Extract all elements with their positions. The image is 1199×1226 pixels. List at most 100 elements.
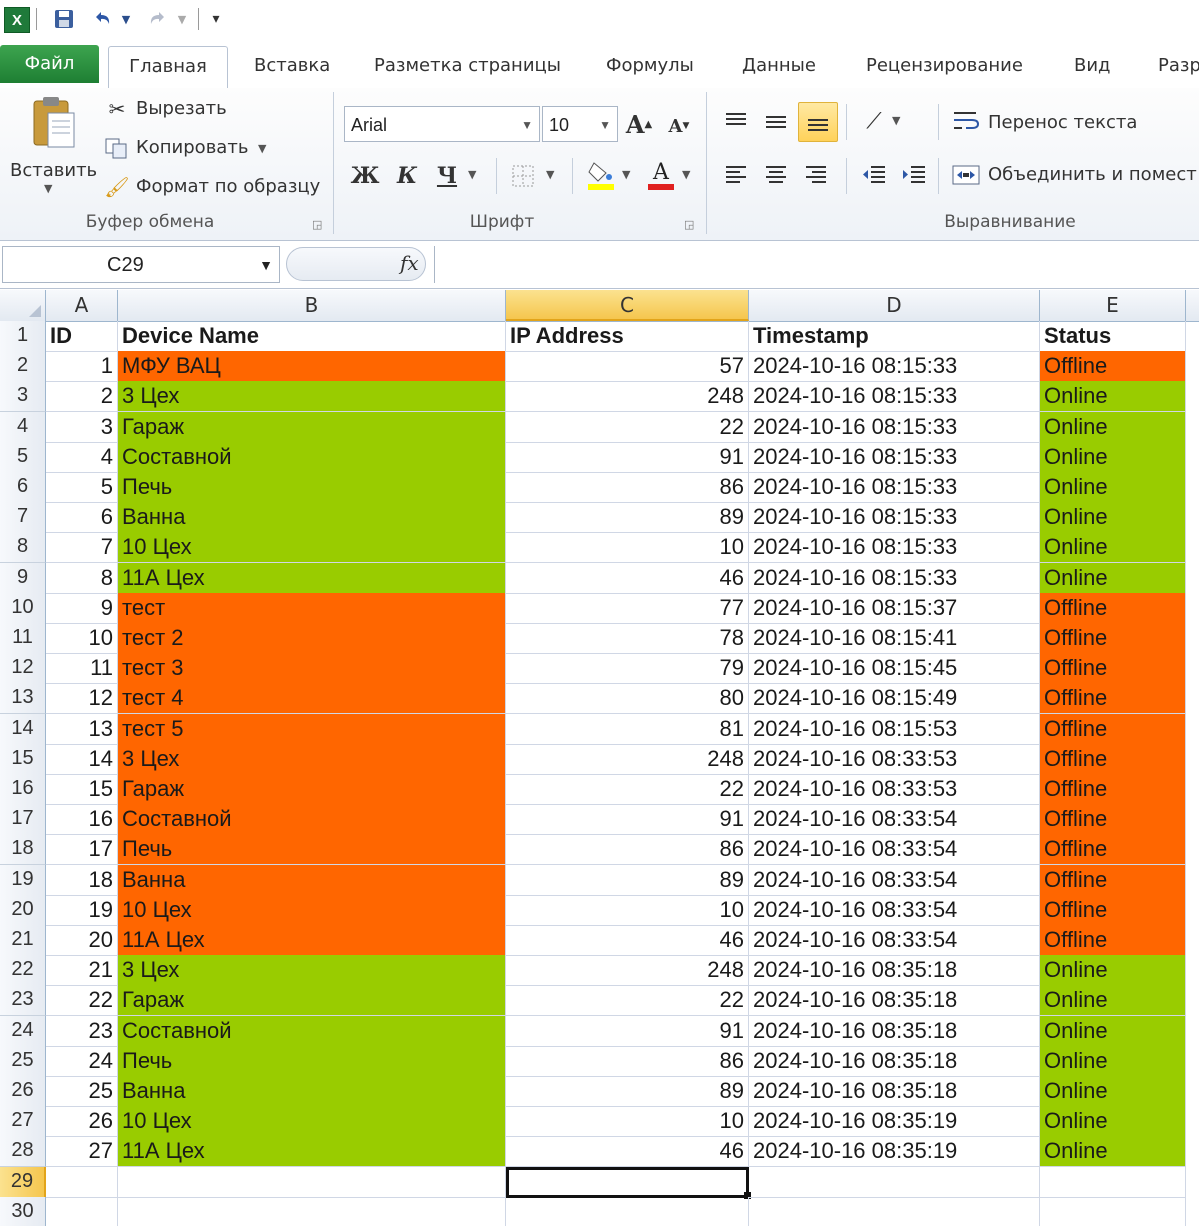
ip-address-cell[interactable]: 248 [506, 381, 749, 413]
device-name-cell[interactable]: тест 3 [118, 653, 506, 685]
borders-dropdown-icon[interactable]: ▼ [546, 168, 554, 181]
id-cell[interactable]: 20 [46, 925, 118, 956]
timestamp-cell[interactable]: 2024-10-16 08:15:53 [749, 713, 1040, 745]
id-cell[interactable]: 7 [46, 532, 118, 564]
font-name-combo[interactable]: Arial ▼ [344, 106, 540, 142]
ip-address-cell[interactable]: 10 [506, 1106, 749, 1138]
cut-button[interactable]: Вырезать [136, 98, 227, 119]
tab-review[interactable]: Рецензирование [856, 46, 1033, 86]
font-color-icon[interactable]: A [644, 158, 678, 192]
status-cell[interactable]: Online [1040, 532, 1186, 564]
ip-address-cell[interactable]: 81 [506, 713, 749, 745]
ip-address-cell[interactable]: 89 [506, 864, 749, 896]
column-header-b[interactable]: B [118, 290, 506, 321]
timestamp-cell[interactable]: 2024-10-16 08:15:33 [749, 472, 1040, 503]
device-name-cell[interactable]: 3 Цех [118, 381, 506, 413]
ip-address-cell[interactable]: 78 [506, 623, 749, 654]
row-header[interactable]: 2 [0, 351, 46, 383]
fill-color-dropdown-icon[interactable]: ▼ [622, 168, 630, 181]
status-cell[interactable]: Offline [1040, 834, 1186, 866]
copy-icon[interactable] [104, 136, 130, 162]
row-header[interactable]: 4 [0, 411, 46, 443]
ip-address-cell[interactable]: 10 [506, 532, 749, 564]
empty-cell[interactable] [1040, 1166, 1186, 1198]
id-cell[interactable]: 3 [46, 411, 118, 443]
row-header[interactable]: 10 [0, 592, 46, 624]
ip-address-cell[interactable]: 86 [506, 834, 749, 866]
paste-button[interactable]: Вставить [10, 160, 97, 181]
row-header[interactable]: 7 [0, 502, 46, 534]
timestamp-cell[interactable]: 2024-10-16 08:35:18 [749, 985, 1040, 1017]
status-cell[interactable]: Online [1040, 985, 1186, 1017]
redo-icon[interactable] [144, 6, 172, 32]
fill-color-icon[interactable] [584, 158, 618, 192]
id-cell[interactable]: 8 [46, 562, 118, 594]
copy-dropdown-icon[interactable]: ▼ [258, 142, 266, 155]
ip-address-cell[interactable]: 46 [506, 925, 749, 956]
ip-address-cell[interactable]: 248 [506, 743, 749, 775]
row-header[interactable]: 1 [0, 321, 46, 352]
device-name-cell[interactable]: 10 Цех [118, 894, 506, 926]
ip-address-cell[interactable]: 91 [506, 441, 749, 473]
status-cell[interactable]: Offline [1040, 623, 1186, 654]
timestamp-cell[interactable]: 2024-10-16 08:15:33 [749, 502, 1040, 534]
row-header[interactable]: 26 [0, 1076, 46, 1107]
row-header[interactable]: 13 [0, 683, 46, 715]
tab-formulas[interactable]: Формулы [596, 46, 704, 86]
device-name-cell[interactable]: Составной [118, 804, 506, 836]
merge-center-icon[interactable] [950, 160, 982, 190]
ip-address-cell[interactable]: 46 [506, 1136, 749, 1168]
header-cell[interactable]: IP Address [506, 321, 749, 352]
id-cell[interactable]: 24 [46, 1045, 118, 1077]
id-cell[interactable]: 15 [46, 774, 118, 805]
id-cell[interactable]: 26 [46, 1106, 118, 1138]
row-header[interactable]: 5 [0, 441, 46, 473]
device-name-cell[interactable]: Гараж [118, 985, 506, 1017]
font-color-dropdown-icon[interactable]: ▼ [682, 168, 690, 181]
timestamp-cell[interactable]: 2024-10-16 08:15:33 [749, 351, 1040, 383]
row-header[interactable]: 30 [0, 1196, 46, 1226]
ip-address-cell[interactable]: 46 [506, 562, 749, 594]
empty-cell[interactable] [46, 1196, 118, 1226]
id-cell[interactable]: 9 [46, 592, 118, 624]
tab-data[interactable]: Данные [732, 46, 826, 86]
font-size-combo[interactable]: 10 ▼ [542, 106, 618, 142]
shrink-font-icon[interactable]: A ▼ [664, 110, 694, 142]
ip-address-cell[interactable]: 22 [506, 985, 749, 1017]
status-cell[interactable]: Online [1040, 441, 1186, 473]
id-cell[interactable]: 2 [46, 381, 118, 413]
timestamp-cell[interactable]: 2024-10-16 08:15:41 [749, 623, 1040, 654]
insert-function-icon[interactable]: fx [400, 251, 419, 275]
header-cell[interactable]: Status [1040, 321, 1186, 352]
redo-dropdown-icon[interactable]: ▼ [174, 6, 190, 32]
id-cell[interactable]: 25 [46, 1076, 118, 1107]
row-header[interactable]: 8 [0, 532, 46, 564]
status-cell[interactable]: Online [1040, 1076, 1186, 1107]
row-header[interactable]: 3 [0, 381, 46, 413]
column-header-partial[interactable] [1186, 290, 1199, 321]
ip-address-cell[interactable]: 77 [506, 592, 749, 624]
formula-input[interactable] [434, 246, 1199, 283]
timestamp-cell[interactable]: 2024-10-16 08:15:45 [749, 653, 1040, 685]
device-name-cell[interactable]: 11А Цех [118, 1136, 506, 1168]
timestamp-cell[interactable]: 2024-10-16 08:33:54 [749, 864, 1040, 896]
header-cell[interactable]: ID [46, 321, 118, 352]
ip-address-cell[interactable]: 91 [506, 804, 749, 836]
undo-dropdown-icon[interactable]: ▼ [118, 6, 134, 32]
id-cell[interactable]: 21 [46, 955, 118, 987]
tab-home[interactable]: Главная [108, 46, 228, 89]
ip-address-cell[interactable]: 10 [506, 894, 749, 926]
timestamp-cell[interactable]: 2024-10-16 08:15:37 [749, 592, 1040, 624]
orientation-icon[interactable]: ⟋ [856, 104, 892, 138]
status-cell[interactable]: Online [1040, 1045, 1186, 1077]
undo-icon[interactable] [88, 6, 116, 32]
device-name-cell[interactable]: 3 Цех [118, 955, 506, 987]
ip-address-cell[interactable]: 80 [506, 683, 749, 715]
id-cell[interactable]: 23 [46, 1015, 118, 1047]
device-name-cell[interactable]: Ванна [118, 1076, 506, 1107]
format-painter-icon[interactable]: 🖌 [104, 174, 130, 200]
id-cell[interactable]: 19 [46, 894, 118, 926]
header-cell[interactable]: Timestamp [749, 321, 1040, 352]
align-left-icon[interactable] [718, 158, 754, 192]
device-name-cell[interactable]: 10 Цех [118, 532, 506, 564]
